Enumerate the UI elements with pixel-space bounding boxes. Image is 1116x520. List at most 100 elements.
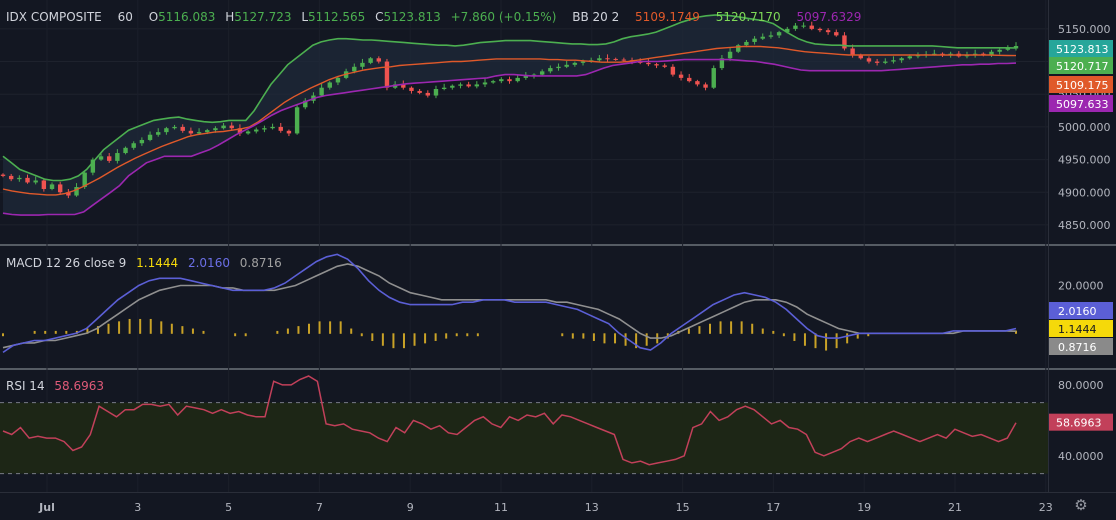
candle-body	[188, 130, 194, 134]
candle-body	[270, 126, 275, 129]
candle-body	[825, 30, 831, 33]
macd-signal-value: 0.8716	[239, 256, 282, 270]
candle-body	[25, 177, 30, 183]
candle-body	[548, 68, 553, 72]
price-tick-label: 4950.000	[1058, 154, 1111, 167]
candle-body	[711, 68, 716, 88]
rsi-band-fill	[0, 402, 1048, 474]
candle-body	[850, 48, 855, 56]
time-tick-label: 21	[948, 501, 962, 514]
candle-body	[450, 85, 455, 88]
candle-body	[458, 84, 463, 86]
candle-body	[687, 77, 692, 82]
candle-body	[205, 130, 210, 133]
candle-body	[466, 84, 471, 87]
candle-body	[107, 156, 112, 161]
candle-body	[670, 66, 676, 75]
candle-body	[834, 32, 839, 36]
candle-body	[245, 131, 251, 134]
candle-body	[605, 58, 610, 60]
time-tick-label: 19	[857, 501, 871, 514]
gear-icon[interactable]: ⚙	[1073, 497, 1089, 513]
close-label: C	[375, 10, 384, 24]
candle-body	[139, 139, 145, 144]
candle-body	[539, 71, 545, 75]
candle-body	[0, 174, 6, 176]
price-badge-label: 5097.633	[1056, 98, 1109, 111]
price-tick-label: 4900.000	[1058, 186, 1111, 199]
candle-body	[57, 184, 63, 193]
candle-body	[294, 107, 300, 134]
candle-body	[899, 58, 904, 61]
price-badge-label: 5123.813	[1056, 43, 1109, 56]
candle-body	[891, 60, 896, 62]
candle-body	[17, 177, 22, 180]
macd-legend: MACD 12 26 close 9 1.1444 2.0160 0.8716	[6, 256, 282, 270]
price-tick-label: 5000.000	[1058, 121, 1111, 134]
high-label: H	[225, 10, 235, 24]
rsi-label[interactable]: RSI 14	[6, 379, 45, 393]
candle-body	[507, 79, 512, 82]
low-value: 5112.565	[308, 10, 366, 24]
time-tick-label: 3	[134, 501, 141, 514]
candle-body	[490, 81, 496, 83]
candle-body	[221, 125, 226, 129]
interval-label[interactable]: 60	[118, 10, 133, 24]
bb-label[interactable]: BB 20 2	[572, 10, 619, 24]
candle-body	[613, 58, 618, 60]
candle-body	[278, 126, 283, 131]
high-value: 5127.723	[234, 10, 292, 24]
bb-upper-value: 5120.7170	[715, 10, 781, 24]
candle-body	[384, 61, 390, 88]
candle-body	[907, 56, 912, 59]
candle-body	[482, 82, 488, 85]
candle-body	[131, 143, 136, 148]
candle-body	[883, 61, 888, 63]
candle-body	[352, 66, 357, 72]
time-tick-label: 17	[766, 501, 780, 514]
candle-body	[8, 175, 14, 180]
candle-body	[768, 35, 774, 37]
candle-body	[695, 81, 700, 85]
candle-body	[703, 84, 708, 88]
candle-body	[147, 134, 153, 140]
price-badge-label: 5120.717	[1056, 60, 1109, 73]
time-tick-label: 9	[407, 501, 414, 514]
macd-badge-label: 1.1444	[1058, 323, 1097, 336]
time-tick-label: Jul	[38, 501, 55, 514]
candle-body	[646, 62, 651, 65]
symbol-name[interactable]: IDX COMPOSITE	[6, 10, 102, 24]
candle-body	[286, 130, 292, 134]
price-badge-label: 5109.175	[1056, 79, 1109, 92]
rsi-badge-label: 58.6963	[1056, 417, 1102, 430]
candle-body	[368, 58, 373, 63]
candle-body	[997, 49, 1002, 52]
candle-body	[98, 156, 104, 160]
open-label: O	[148, 10, 159, 24]
macd-line-value: 2.0160	[187, 256, 230, 270]
candle-body	[335, 77, 341, 83]
macd-label[interactable]: MACD 12 26 close 9	[6, 256, 126, 270]
candle-body	[360, 62, 365, 67]
time-tick-label: 5	[225, 501, 232, 514]
candle-body	[744, 41, 749, 46]
candle-body	[621, 59, 627, 61]
candle-body	[433, 88, 439, 96]
candle-body	[319, 87, 324, 96]
candle-body	[425, 92, 431, 96]
macd-badge-label: 0.8716	[1058, 341, 1097, 354]
candle-body	[180, 126, 185, 131]
macd-tick-label: 20.0000	[1058, 279, 1104, 292]
time-tick-label: 7	[316, 501, 323, 514]
candle-body	[678, 74, 684, 78]
price-legend: IDX COMPOSITE 60 O5116.083 H5127.723 L51…	[6, 10, 861, 24]
candle-body	[515, 77, 520, 82]
candle-body	[474, 84, 480, 87]
candle-body	[580, 61, 586, 63]
candle-body	[376, 58, 381, 62]
candle-body	[229, 125, 234, 129]
bb-mid-value: 5109.1749	[635, 10, 700, 24]
candle-body	[115, 153, 120, 161]
candle-body	[49, 184, 55, 189]
candle-body	[572, 62, 578, 65]
